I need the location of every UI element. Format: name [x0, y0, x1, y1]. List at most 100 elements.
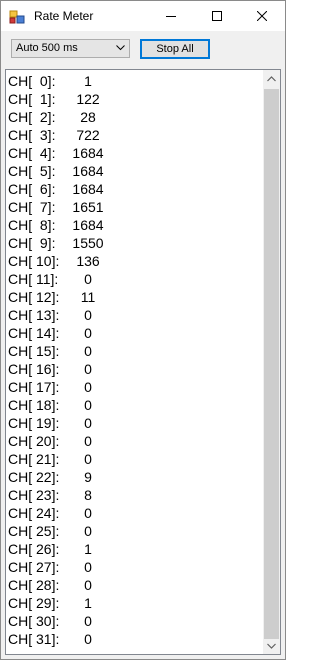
interval-dropdown[interactable]: Auto 500 ms	[11, 39, 130, 58]
close-button[interactable]	[239, 1, 285, 31]
interval-dropdown-value: Auto 500 ms	[16, 42, 78, 54]
channel-rate-value: 8	[84, 487, 92, 503]
channel-rate-value: 0	[84, 613, 92, 629]
close-icon	[257, 11, 267, 21]
channel-row[interactable]: CH[ 3]: 722	[8, 127, 258, 145]
channel-rate-value: 136	[76, 253, 100, 269]
channel-rate-value: 0	[84, 271, 92, 287]
channel-row[interactable]: CH[ 30]: 0	[8, 613, 258, 631]
channel-label: CH[ 10]:	[8, 253, 60, 269]
channel-label: CH[ 29]:	[8, 595, 60, 611]
channel-label: CH[ 25]:	[8, 523, 60, 539]
channel-row[interactable]: CH[ 5]: 1684	[8, 163, 258, 181]
minimize-button[interactable]	[148, 1, 194, 31]
channel-row[interactable]: CH[ 31]: 0	[8, 631, 258, 649]
channel-label: CH[ 6]:	[8, 181, 56, 197]
channel-row[interactable]: CH[ 28]: 0	[8, 577, 258, 595]
channel-rate-value: 0	[84, 505, 92, 521]
channel-rate-value: 9	[84, 469, 92, 485]
channel-label: CH[ 21]:	[8, 451, 60, 467]
channel-label: CH[ 31]:	[8, 631, 60, 647]
channel-row[interactable]: CH[ 2]: 28	[8, 109, 258, 127]
channel-rate-value: 0	[84, 415, 92, 431]
vertical-scrollbar[interactable]	[263, 70, 280, 654]
channel-label: CH[ 11]:	[8, 271, 59, 287]
channel-row[interactable]: CH[ 17]: 0	[8, 379, 258, 397]
channel-label: CH[ 7]:	[8, 199, 56, 215]
channel-rate-value: 0	[84, 631, 92, 647]
channel-rate-value: 0	[84, 379, 92, 395]
channel-row[interactable]: CH[ 19]: 0	[8, 415, 258, 433]
channel-row[interactable]: CH[ 16]: 0	[8, 361, 258, 379]
channel-rate-value: 1684	[72, 181, 104, 197]
channel-label: CH[ 16]:	[8, 361, 60, 377]
channel-row[interactable]: CH[ 0]: 1	[8, 73, 258, 91]
channel-label: CH[ 18]:	[8, 397, 60, 413]
channel-rate-value: 0	[84, 577, 92, 593]
channel-row[interactable]: CH[ 23]: 8	[8, 487, 258, 505]
channel-rate-value: 28	[80, 109, 96, 125]
channel-label: CH[ 14]:	[8, 325, 60, 341]
chevron-down-icon	[267, 643, 276, 649]
channel-label: CH[ 3]:	[8, 127, 56, 143]
channel-rate-value: 1684	[72, 145, 104, 161]
scroll-up-button[interactable]	[263, 70, 280, 87]
channel-label: CH[ 23]:	[8, 487, 60, 503]
channel-rate-value: 0	[84, 433, 92, 449]
channel-row[interactable]: CH[ 22]: 9	[8, 469, 258, 487]
channel-row[interactable]: CH[ 6]: 1684	[8, 181, 258, 199]
channel-rate-value: 0	[84, 397, 92, 413]
channel-row[interactable]: CH[ 7]: 1651	[8, 199, 258, 217]
channel-row[interactable]: CH[ 14]: 0	[8, 325, 258, 343]
channel-label: CH[ 8]:	[8, 217, 56, 233]
channel-row[interactable]: CH[ 18]: 0	[8, 397, 258, 415]
channel-label: CH[ 1]:	[8, 91, 56, 107]
rate-meter-window: Rate Meter Auto 500 ms Stop All CH[0]: …	[0, 0, 286, 660]
channel-label: CH[ 27]:	[8, 559, 60, 575]
maximize-icon	[212, 11, 222, 21]
channel-rate-list[interactable]: CH[ 0]: 1 CH[ 1]: 122 CH[ 2]: 28 CH[ 3]: 722 CH[…	[5, 69, 281, 655]
channel-row[interactable]: CH[ 27]: 0	[8, 559, 258, 577]
channel-row[interactable]: CH[ 8]: 1684	[8, 217, 258, 235]
channel-row[interactable]: CH[ 26]: 1	[8, 541, 258, 559]
maximize-button[interactable]	[194, 1, 240, 31]
channel-row[interactable]: CH[ 25]: 0	[8, 523, 258, 541]
channel-row[interactable]: CH[ 21]: 0	[8, 451, 258, 469]
channel-label: CH[ 24]:	[8, 505, 60, 521]
app-icon[interactable]	[9, 9, 25, 25]
channel-row[interactable]: CH[ 4]: 1684	[8, 145, 258, 163]
channel-row[interactable]: CH[ 13]: 0	[8, 307, 258, 325]
channel-row[interactable]: CH[ 15]: 0	[8, 343, 258, 361]
channel-label: CH[ 20]:	[8, 433, 60, 449]
channel-label: CH[ 5]:	[8, 163, 56, 179]
channel-label: CH[ 13]:	[8, 307, 60, 323]
channel-rate-value: 122	[76, 91, 100, 107]
channel-rate-value: 1684	[72, 217, 104, 233]
channel-rate-value: 1651	[72, 199, 104, 215]
title-bar[interactable]: Rate Meter	[1, 1, 285, 31]
channel-rate-value: 0	[84, 361, 92, 377]
chevron-up-icon	[267, 75, 276, 81]
channel-label: CH[ 28]:	[8, 577, 60, 593]
channel-row[interactable]: CH[ 24]: 0	[8, 505, 258, 523]
channel-label: CH[ 19]:	[8, 415, 60, 431]
scrollbar-thumb[interactable]	[264, 89, 279, 639]
channel-rate-value: 0	[84, 343, 92, 359]
channel-rows: CH[ 0]: 1 CH[ 1]: 122 CH[ 2]: 28 CH[ 3]: 722 CH[…	[8, 73, 258, 649]
channel-rate-value: 1	[84, 595, 92, 611]
channel-rate-value: 1	[84, 541, 92, 557]
channel-row[interactable]: CH[ 20]: 0	[8, 433, 258, 451]
channel-rate-value: 1684	[72, 163, 104, 179]
channel-row[interactable]: CH[ 11]: 0	[8, 271, 258, 289]
channel-row[interactable]: CH[ 29]: 1	[8, 595, 258, 613]
minimize-icon	[166, 16, 176, 17]
channel-label: CH[ 15]:	[8, 343, 60, 359]
channel-row[interactable]: CH[ 9]: 1550	[8, 235, 258, 253]
channel-row[interactable]: CH[ 1]: 122	[8, 91, 258, 109]
channel-row[interactable]: CH[ 12]: 11	[8, 289, 258, 307]
channel-row[interactable]: CH[ 10]: 136	[8, 253, 258, 271]
window-title: Rate Meter	[34, 9, 94, 23]
channel-rate-value: 0	[84, 523, 92, 539]
stop-all-button[interactable]: Stop All	[140, 39, 210, 59]
scroll-down-button[interactable]	[263, 637, 280, 654]
